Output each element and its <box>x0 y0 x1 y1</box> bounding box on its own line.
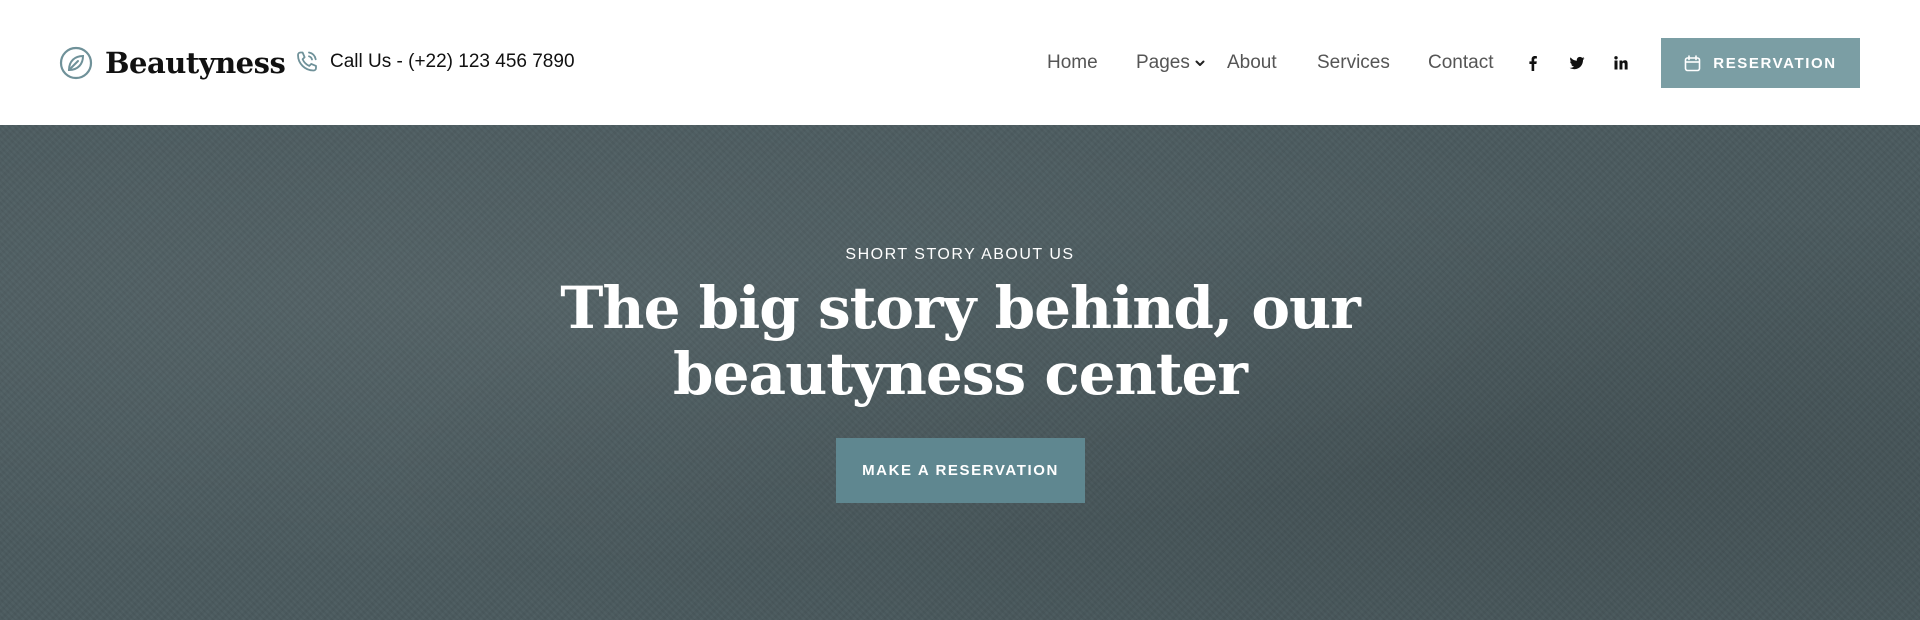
make-reservation-label: MAKE A RESERVATION <box>862 462 1059 479</box>
twitter-icon <box>1569 56 1585 70</box>
calendar-icon <box>1684 54 1701 71</box>
hero-title-line-1: The big story behind, our <box>560 274 1361 342</box>
hero-title: The big story behind, our beautyness cen… <box>0 275 1920 407</box>
reservation-button-label: RESERVATION <box>1713 54 1837 72</box>
nav-home[interactable]: Home <box>1047 50 1098 76</box>
linkedin-icon <box>1614 56 1628 70</box>
make-reservation-button[interactable]: MAKE A RESERVATION <box>836 438 1085 503</box>
reservation-button[interactable]: RESERVATION <box>1661 38 1860 88</box>
hero-title-line-2: beautyness center <box>673 340 1248 408</box>
chevron-down-icon <box>1195 60 1205 66</box>
site-header: Beautyness Call Us - (+22) 123 456 7890 … <box>0 0 1920 125</box>
nav-pages-label: Pages <box>1136 52 1190 73</box>
nav-services[interactable]: Services <box>1317 50 1390 76</box>
nav-about[interactable]: About <box>1227 50 1277 76</box>
call-us-text: Call Us - (+22) 123 456 7890 <box>330 51 575 72</box>
brand-name: Beautyness <box>105 46 286 80</box>
facebook-icon <box>1529 56 1537 71</box>
hero-eyebrow: SHORT STORY ABOUT US <box>845 246 1075 263</box>
leaf-circle-icon <box>59 46 93 80</box>
nav-contact[interactable]: Contact <box>1428 50 1493 76</box>
nav-pages[interactable]: Pages <box>1136 50 1206 76</box>
facebook-link[interactable] <box>1522 52 1544 74</box>
linkedin-link[interactable] <box>1610 52 1632 74</box>
phone-icon <box>297 51 317 72</box>
call-us-link[interactable]: Call Us - (+22) 123 456 7890 <box>294 49 575 75</box>
twitter-link[interactable] <box>1566 52 1588 74</box>
brand-logo[interactable]: Beautyness <box>59 46 286 80</box>
hero-section: SHORT STORY ABOUT US The big story behin… <box>0 125 1920 620</box>
